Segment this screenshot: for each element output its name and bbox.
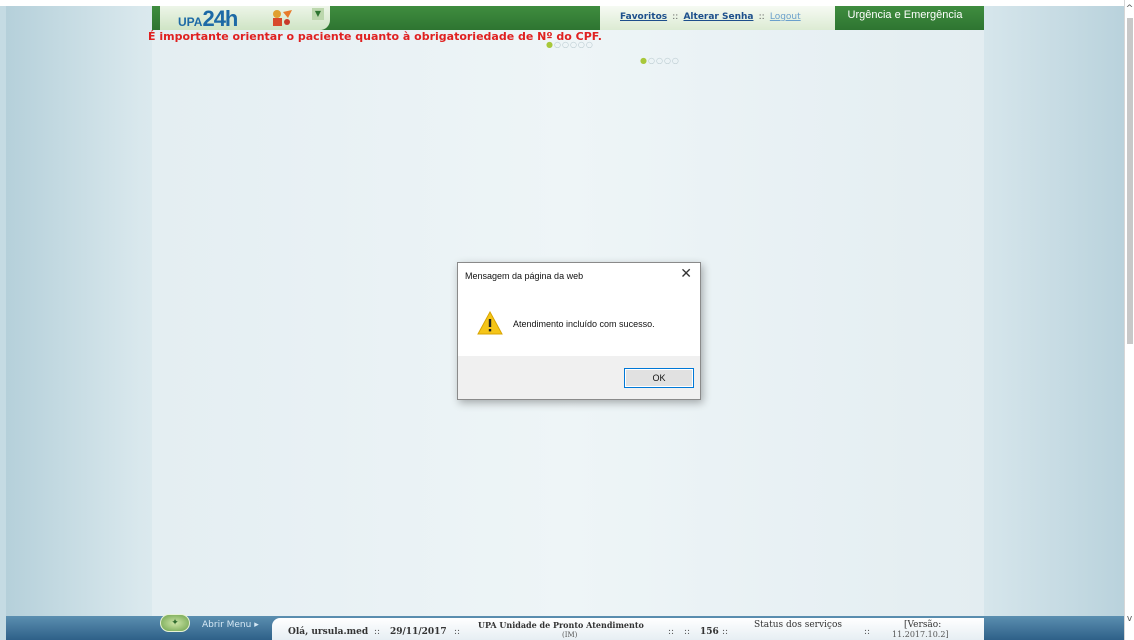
footer-separator: :: <box>684 627 691 637</box>
header-links: Favoritos :: Alterar Senha :: Logout <box>620 12 801 22</box>
alert-dialog: Mensagem da página da web ✕ Atendimento … <box>457 262 701 400</box>
slide-indicator-dots: ●○○○○ <box>640 56 680 65</box>
dialog-message: Atendimento incluído com sucesso. <box>513 319 655 329</box>
mascot-icon <box>273 10 292 26</box>
footer-separator: :: <box>668 627 675 637</box>
scrollbar-thumb[interactable] <box>1127 18 1133 344</box>
unit-number: 156 <box>700 627 719 637</box>
warning-icon <box>477 311 503 335</box>
dialog-title: Mensagem da página da web <box>465 271 584 281</box>
version-value: 11.2017.10.2] <box>892 630 949 639</box>
cpf-warning-message: É importante orientar o paciente quanto … <box>148 30 602 43</box>
footer-separator: :: <box>374 627 381 637</box>
version-label: [Versão: <box>904 620 942 630</box>
chevron-down-icon[interactable]: ▼ <box>312 8 324 20</box>
unit-name: UPA Unidade de Pronto Atendimento <box>478 620 644 630</box>
ok-button[interactable]: OK <box>624 368 694 388</box>
scroll-up-icon[interactable]: ^ <box>1125 4 1134 14</box>
footer-logo-icon[interactable]: ✦ <box>160 614 190 632</box>
close-icon[interactable]: ✕ <box>680 266 692 282</box>
current-date: 29/11/2017 <box>390 627 447 637</box>
logo-text: UPA24h <box>178 6 238 31</box>
user-greeting: Olá, ursula.med <box>288 627 369 637</box>
scroll-down-icon[interactable]: v <box>1125 614 1134 624</box>
dialog-footer: OK <box>458 356 700 399</box>
slide-indicator-dots: ●○○○○○ <box>546 40 594 49</box>
app-logo[interactable]: UPA24h <box>160 6 330 31</box>
footer-separator: :: <box>454 627 461 637</box>
section-title: Urgência e Emergência <box>847 9 963 21</box>
open-menu-button[interactable]: Abrir Menu ▸ <box>202 620 259 630</box>
vertical-scrollbar[interactable]: ^ v <box>1124 0 1134 640</box>
link-separator: :: <box>672 12 679 22</box>
footer-separator: :: <box>864 627 871 637</box>
link-separator: :: <box>758 12 765 22</box>
unit-extra: (IM) <box>562 631 578 639</box>
services-status-link[interactable]: Status dos serviços <box>754 620 842 630</box>
footer-separator: :: <box>722 627 729 637</box>
logout-link[interactable]: Logout <box>770 12 801 22</box>
favorites-link[interactable]: Favoritos <box>620 12 667 22</box>
footer-status-panel: Olá, ursula.med :: 29/11/2017 :: UPA Uni… <box>272 618 984 640</box>
change-password-link[interactable]: Alterar Senha <box>683 12 753 22</box>
